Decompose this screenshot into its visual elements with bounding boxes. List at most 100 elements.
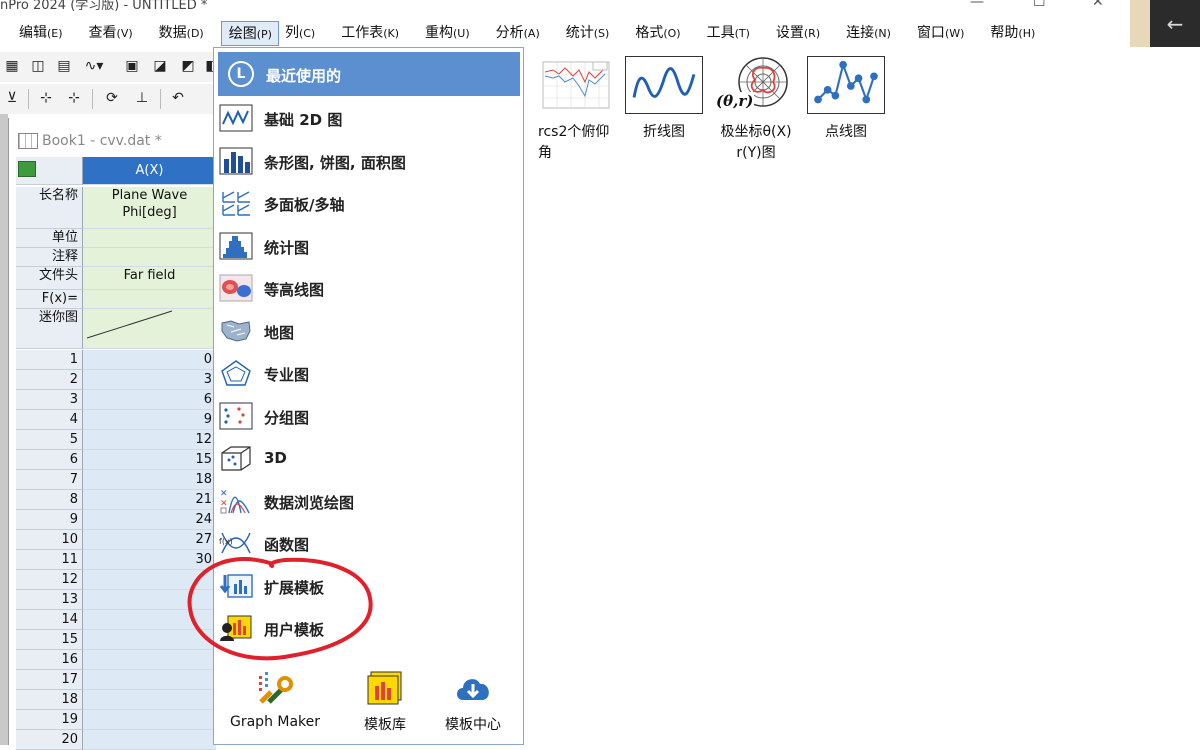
- graph-maker-icon: [259, 672, 293, 704]
- plot-menu-item-user-template[interactable]: 用户模板: [218, 607, 518, 649]
- row-number[interactable]: 7: [16, 470, 83, 490]
- select-all-corner[interactable]: [16, 157, 83, 185]
- plot-menu-item-map[interactable]: 地图: [218, 310, 518, 352]
- plot-menu-item-bar-chart[interactable]: 条形图, 饼图, 面积图: [218, 140, 518, 182]
- row-number[interactable]: 3: [16, 390, 83, 410]
- user-template-icon: [220, 615, 252, 641]
- data-cell[interactable]: [83, 730, 216, 750]
- cell-comments[interactable]: [83, 248, 216, 267]
- back-arrow-icon[interactable]: ←: [1150, 0, 1200, 47]
- polar-overlay-label: (θ,r): [715, 92, 755, 110]
- row-number[interactable]: 10: [16, 530, 83, 550]
- row-number[interactable]: 9: [16, 510, 83, 530]
- data-cell[interactable]: [83, 590, 216, 610]
- bottom-button-label: 模板中心: [445, 717, 501, 733]
- menu-h[interactable]: 帮助(H): [971, 21, 1042, 46]
- data-cell[interactable]: [83, 570, 216, 590]
- graph-maker-button[interactable]: Graph Maker: [230, 668, 320, 738]
- row-number[interactable]: 6: [16, 450, 83, 470]
- data-cell[interactable]: [83, 610, 216, 630]
- row-number[interactable]: 16: [16, 650, 83, 670]
- menu-p[interactable]: 绘图(P): [220, 21, 279, 46]
- row-number[interactable]: 15: [16, 630, 83, 650]
- menu-k[interactable]: 工作表(K): [322, 21, 406, 46]
- maximize-button[interactable]: ☐: [1033, 0, 1046, 10]
- data-cell[interactable]: 3: [83, 370, 216, 390]
- plot-menu-item-label: 地图: [264, 323, 295, 342]
- data-cell[interactable]: 0: [83, 350, 216, 370]
- data-cell[interactable]: [83, 650, 216, 670]
- row-label-fx: F(x)=: [16, 290, 83, 309]
- row-number[interactable]: 19: [16, 710, 83, 730]
- template-library-button[interactable]: 模板库: [340, 668, 430, 738]
- menu-c[interactable]: 列(C): [279, 21, 322, 46]
- cell-fx[interactable]: [83, 290, 216, 309]
- plot-menu-item-grouped[interactable]: 分组图: [218, 395, 518, 437]
- data-cell[interactable]: [83, 710, 216, 730]
- row-number[interactable]: 14: [16, 610, 83, 630]
- plot-menu-item-label: 用户模板: [264, 621, 325, 639]
- data-cell[interactable]: 27: [83, 530, 216, 550]
- data-cell[interactable]: 24: [83, 510, 216, 530]
- row-number[interactable]: 2: [16, 370, 83, 390]
- row-number[interactable]: 18: [16, 690, 83, 710]
- row-number[interactable]: 5: [16, 430, 83, 450]
- data-cell[interactable]: 6: [83, 390, 216, 410]
- plot-menu-item-line-chart[interactable]: 基础 2D 图: [218, 97, 518, 139]
- close-button[interactable]: ✕: [1092, 0, 1104, 10]
- line-symbol-thumbnail-icon: [814, 60, 878, 104]
- row-number[interactable]: 4: [16, 410, 83, 430]
- sparkline-graphic: [86, 310, 173, 339]
- data-cell[interactable]: 9: [83, 410, 216, 430]
- data-cell[interactable]: 30: [83, 550, 216, 570]
- template-library-icon: [367, 671, 402, 705]
- template-thumbnail: [535, 56, 613, 114]
- row-number[interactable]: 12: [16, 570, 83, 590]
- row-number[interactable]: 8: [16, 490, 83, 510]
- histogram-icon: [219, 232, 253, 259]
- plot-menu-item-function-plot[interactable]: f(x) 函数图: [218, 522, 518, 564]
- line-symbol-template-thumb[interactable]: 点线图: [804, 56, 888, 143]
- plot-menu-item-extend-template[interactable]: 扩展模板: [218, 565, 518, 607]
- data-cell[interactable]: 12: [83, 430, 216, 450]
- rcs-template-thumb[interactable]: rcs2个俯仰角: [532, 56, 616, 164]
- plot-menu-item-histogram[interactable]: 统计图: [218, 225, 518, 267]
- row-number[interactable]: 17: [16, 670, 83, 690]
- data-cell[interactable]: 18: [83, 470, 216, 490]
- column-select-icon: [18, 161, 36, 177]
- plot-menu-item-3d-cube[interactable]: 3D: [218, 437, 518, 479]
- cell-units[interactable]: [83, 229, 216, 248]
- plot-menu-item-contour[interactable]: 等高线图: [218, 267, 518, 309]
- plot-menu-item-multi-panel[interactable]: 多面板/多轴: [218, 182, 518, 224]
- template-center-cloud-button[interactable]: 模板中心: [428, 668, 518, 738]
- row-number[interactable]: 1: [16, 350, 83, 370]
- data-cell[interactable]: [83, 670, 216, 690]
- menu-w[interactable]: 窗口(W): [898, 21, 971, 46]
- data-cell[interactable]: 21: [83, 490, 216, 510]
- data-cell[interactable]: [83, 630, 216, 650]
- row-label-units: 单位: [16, 229, 83, 248]
- function-plot-icon: f(x): [219, 532, 251, 554]
- line-template-thumb[interactable]: 折线图: [622, 56, 706, 143]
- row-label-file-header: 文件头: [16, 267, 83, 290]
- cell-long-name[interactable]: Plane Wave Phi[deg]: [83, 187, 216, 229]
- cell-sparkline[interactable]: [83, 309, 216, 349]
- menu-u[interactable]: 重构(U): [406, 21, 477, 46]
- plot-menu-item-label: 3D: [264, 449, 287, 467]
- extend-template-icon: [219, 573, 253, 598]
- cell-file-header[interactable]: Far field: [83, 267, 216, 290]
- recent-used-label: 最近使用的: [266, 67, 342, 85]
- column-header-a[interactable]: A(X): [83, 157, 216, 185]
- row-number[interactable]: 11: [16, 550, 83, 570]
- row-number[interactable]: 20: [16, 730, 83, 750]
- row-number[interactable]: 13: [16, 590, 83, 610]
- minimize-button[interactable]: —: [970, 0, 984, 10]
- data-cell[interactable]: [83, 690, 216, 710]
- data-cell[interactable]: 15: [83, 450, 216, 470]
- polar-template-thumb[interactable]: (θ,r) 极坐标θ(X) r(Y)图: [714, 56, 798, 164]
- menu-label: 列: [284, 25, 299, 41]
- plot-menu-item-radar[interactable]: 专业图: [218, 352, 518, 394]
- template-label: rcs2个俯仰角: [538, 124, 610, 161]
- recent-used-item[interactable]: L 最近使用的: [218, 52, 520, 96]
- plot-menu-item-data-explore[interactable]: ✕ ✕ 数据浏览绘图: [218, 480, 518, 522]
